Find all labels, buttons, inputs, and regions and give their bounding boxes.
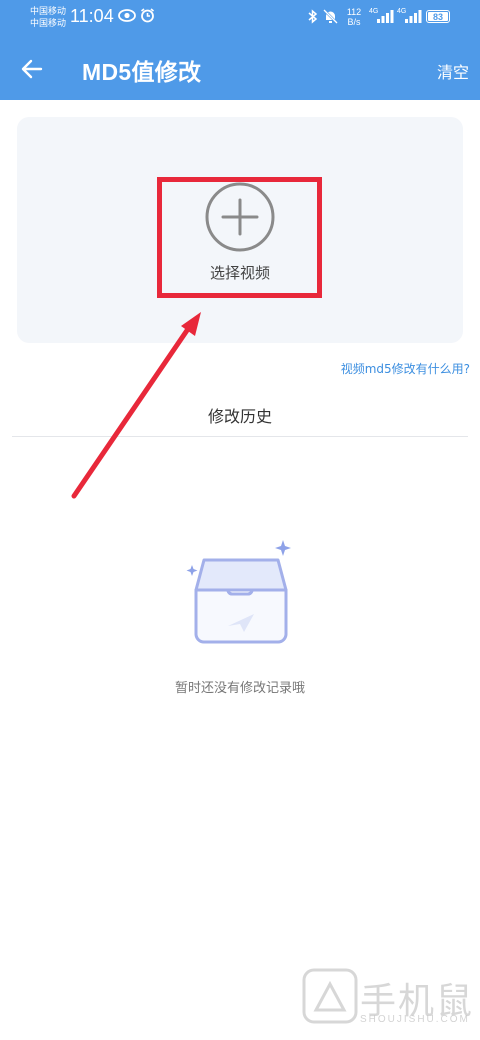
net-speed: 112 B/s: [343, 7, 365, 27]
status-time: 11:04: [70, 6, 114, 26]
arrow-left-icon: [21, 59, 43, 79]
empty-inbox-icon: [182, 538, 298, 650]
bluetooth-icon: [308, 9, 318, 28]
net-speed-unit: B/s: [347, 17, 361, 27]
back-button[interactable]: [18, 54, 48, 84]
eye-icon: [118, 9, 136, 26]
carrier-2: 中国移动: [30, 19, 67, 29]
signal-icon: [376, 9, 394, 27]
watermark-sub: SHOUJISHU.COM: [360, 1014, 470, 1025]
divider: [12, 436, 468, 437]
battery-icon: 83: [426, 10, 450, 23]
carrier-info: 中国移动 中国移动: [30, 6, 66, 30]
empty-history-text: 暂时还没有修改记录哦: [174, 681, 305, 696]
carrier-1: 中国移动: [30, 7, 67, 17]
annotation-highlight-box: [157, 177, 322, 298]
net-speed-value: 112: [346, 7, 362, 17]
alarm-icon: [140, 8, 155, 27]
history-title: 修改历史: [207, 407, 272, 426]
battery-level: 83: [428, 12, 448, 22]
app-header: 中国移动 中国移动 11:04 112 B/s 4G 4G 83 MD5值修改 …: [0, 0, 480, 100]
signal-icon: [404, 9, 422, 27]
md5-help-link[interactable]: 视频md5修改有什么用?: [330, 360, 470, 377]
mute-icon: [323, 9, 338, 28]
clear-button[interactable]: 清空: [437, 59, 469, 83]
page-title: MD5值修改: [82, 59, 202, 85]
status-bar: 中国移动 中国移动 11:04 112 B/s 4G 4G 83: [0, 0, 480, 36]
